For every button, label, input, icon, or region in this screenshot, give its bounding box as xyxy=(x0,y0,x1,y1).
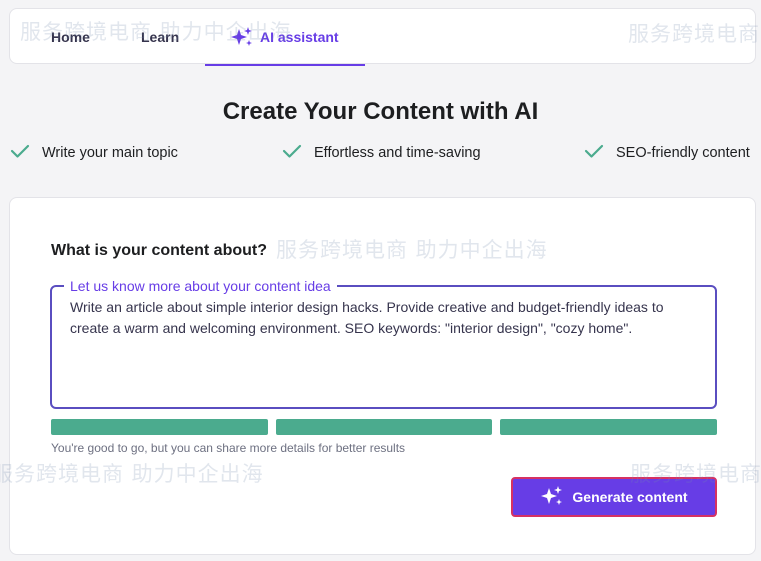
tab-ai-assistant-label: AI assistant xyxy=(260,29,339,45)
top-nav: Home Learn AI assistant xyxy=(9,8,756,64)
progress-hint: You're good to go, but you can share mor… xyxy=(51,441,406,455)
progress-segment xyxy=(51,419,268,435)
tab-ai-assistant[interactable]: AI assistant xyxy=(230,9,339,65)
feature-text: Effortless and time-saving xyxy=(314,145,481,161)
generate-content-label: Generate content xyxy=(572,489,688,505)
page-title: Create Your Content with AI xyxy=(222,98,539,125)
tab-home[interactable]: Home xyxy=(51,9,90,65)
content-idea-field[interactable]: Let us know more about your content idea… xyxy=(50,277,717,409)
check-icon xyxy=(282,143,302,163)
tab-learn[interactable]: Learn xyxy=(141,9,179,65)
feature-item: Effortless and time-saving xyxy=(282,143,481,163)
check-icon xyxy=(584,143,604,163)
content-idea-label: Let us know more about your content idea xyxy=(64,277,337,295)
active-tab-indicator xyxy=(205,64,365,66)
feature-item: Write your main topic xyxy=(10,143,178,163)
form-question: What is your content about? xyxy=(51,242,267,259)
generate-content-button[interactable]: Generate content xyxy=(511,477,717,517)
progress-segment xyxy=(275,419,493,435)
feature-text: Write your main topic xyxy=(42,145,178,161)
feature-text: SEO-friendly content xyxy=(616,145,750,161)
content-form-card: What is your content about? Let us know … xyxy=(9,197,756,555)
sparkles-icon xyxy=(540,485,564,510)
sparkles-icon xyxy=(230,26,254,48)
check-icon xyxy=(10,143,30,163)
feature-item: SEO-friendly content xyxy=(584,143,750,163)
progress-segment xyxy=(500,419,718,435)
detail-progress-bar xyxy=(51,419,718,435)
content-idea-input[interactable]: Write an article about simple interior d… xyxy=(70,297,697,397)
